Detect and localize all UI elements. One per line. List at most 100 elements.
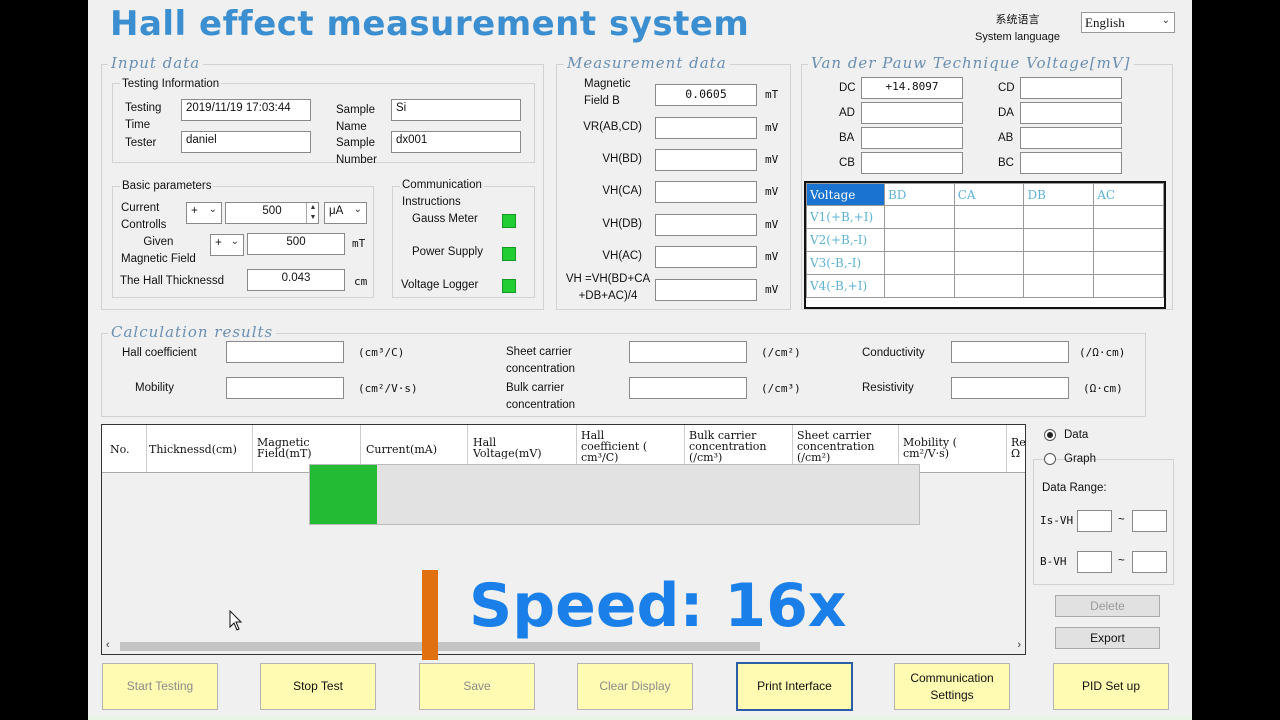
- b-vh-label: B-VH: [1040, 555, 1067, 568]
- vdp-ba-field[interactable]: [861, 127, 963, 149]
- voltage-table-header-cell[interactable]: AC: [1093, 183, 1164, 206]
- calc-results-legend: Calculation results: [108, 323, 277, 341]
- pid-setup-button[interactable]: PID Set up: [1053, 663, 1169, 710]
- is-vh-min-field[interactable]: [1077, 510, 1112, 532]
- voltage-table-cell[interactable]: [1093, 251, 1164, 275]
- b-vh-min-field[interactable]: [1077, 551, 1112, 573]
- sample-number-field[interactable]: dx001: [391, 131, 521, 153]
- voltage-table-cell[interactable]: [1023, 251, 1095, 275]
- b-vh-max-field[interactable]: [1132, 551, 1167, 573]
- scroll-left-icon[interactable]: ‹: [106, 639, 110, 651]
- grid-column-header[interactable]: Sheet carrier concentration (/cm²): [797, 430, 875, 463]
- voltage-table-cell[interactable]: [953, 205, 1025, 229]
- field-sign-select[interactable]: + ⌄: [210, 234, 244, 256]
- vdp-cb-field[interactable]: [861, 152, 963, 174]
- save-button[interactable]: Save: [419, 663, 535, 710]
- spin-down-icon[interactable]: ▼: [307, 213, 319, 223]
- voltage-table-cell[interactable]: [1093, 205, 1164, 229]
- field-value-field[interactable]: 500: [247, 233, 345, 255]
- bulk-carrier-field[interactable]: [629, 377, 747, 399]
- testing-time-field[interactable]: 2019/11/19 17:03:44: [181, 99, 311, 121]
- grid-column-header[interactable]: No.: [110, 444, 130, 455]
- resistivity-field[interactable]: [951, 377, 1069, 399]
- voltage-table-header-cell[interactable]: BD: [883, 183, 955, 206]
- voltage-table-header-cell[interactable]: Voltage: [806, 183, 885, 206]
- hall-coefficient-field[interactable]: [226, 341, 344, 363]
- print-interface-button[interactable]: Print Interface: [736, 662, 853, 711]
- thickness-label: The Hall Thicknessd: [120, 275, 224, 287]
- measurement-value-field[interactable]: [655, 214, 757, 236]
- sample-name-field[interactable]: Si: [391, 99, 521, 121]
- measurement-value-field[interactable]: [655, 181, 757, 203]
- conductivity-field[interactable]: [951, 341, 1069, 363]
- voltage-table-row-label[interactable]: V2(+B,-I): [806, 228, 885, 252]
- measurement-unit: mT: [765, 88, 779, 101]
- voltage-table-row-label[interactable]: V3(-B,-I): [806, 251, 885, 275]
- voltage-table-header-cell[interactable]: DB: [1023, 183, 1095, 206]
- communication-settings-button[interactable]: Communication Settings: [894, 663, 1010, 710]
- stop-test-button[interactable]: Stop Test: [260, 663, 376, 710]
- clear-display-button[interactable]: Clear Display: [577, 663, 693, 710]
- measurement-value-field[interactable]: [655, 117, 757, 139]
- scroll-right-icon[interactable]: ›: [1017, 639, 1021, 651]
- tester-field[interactable]: daniel: [181, 131, 311, 153]
- grid-column-header[interactable]: Hall coefficient ( cm³/C): [581, 430, 647, 463]
- grid-column-divider[interactable]: [146, 425, 147, 472]
- current-spinner[interactable]: ▲ ▼: [306, 203, 319, 223]
- current-sign-select[interactable]: + ⌄: [186, 202, 222, 224]
- comm-instructions-legend: Communication Instructions: [400, 177, 484, 211]
- vdp-cd-field[interactable]: [1020, 77, 1122, 99]
- voltage-table-cell[interactable]: [953, 228, 1025, 252]
- voltage-table-cell[interactable]: [1093, 228, 1164, 252]
- voltage-table-cell[interactable]: [883, 274, 955, 298]
- thickness-field[interactable]: 0.043: [247, 269, 345, 291]
- measurement-unit: mV: [765, 218, 779, 231]
- voltage-table-header-cell[interactable]: CA: [953, 183, 1025, 206]
- measurement-value-field[interactable]: [655, 149, 757, 171]
- voltage-table-cell[interactable]: [883, 205, 955, 229]
- voltage-table[interactable]: Voltage BD CA DB AC V1(+B,+I) V2(+B,-I) V3(-B,-…: [804, 181, 1166, 309]
- grid-column-header[interactable]: Current(mA): [366, 444, 437, 455]
- vdp-dc-field[interactable]: +14.8097: [861, 77, 963, 99]
- mobility-field[interactable]: [226, 377, 344, 399]
- grid-column-divider[interactable]: [252, 425, 253, 472]
- grid-column-header[interactable]: Thicknessd(cm): [149, 444, 237, 455]
- grid-column-header[interactable]: Bulk carrier concentration (/cm³): [689, 430, 767, 463]
- data-radio[interactable]: [1044, 429, 1056, 441]
- grid-column-header[interactable]: Mobility ( cm²/V·s): [903, 437, 957, 459]
- start-testing-button[interactable]: Start Testing: [102, 663, 218, 710]
- voltage-table-row-label[interactable]: V1(+B,+I): [806, 205, 885, 229]
- language-select[interactable]: English ⌄: [1081, 12, 1175, 33]
- sample-number-label: Sample Number: [336, 137, 377, 166]
- grid-column-header[interactable]: Hall Voltage(mV): [473, 437, 542, 459]
- vdp-ad-field[interactable]: [861, 102, 963, 124]
- voltage-table-cell[interactable]: [883, 251, 955, 275]
- export-button[interactable]: Export: [1055, 627, 1160, 649]
- grid-column-header[interactable]: Magnetic Field(mT): [257, 437, 312, 459]
- is-vh-max-field[interactable]: [1132, 510, 1167, 532]
- voltage-table-cell[interactable]: [1093, 274, 1164, 298]
- sheet-carrier-field[interactable]: [629, 341, 747, 363]
- voltage-table-cell[interactable]: [1023, 228, 1095, 252]
- measurement-value-field[interactable]: [655, 279, 757, 301]
- vdp-bc-field[interactable]: [1020, 152, 1122, 174]
- input-data-legend: Input data: [108, 54, 204, 72]
- grid-column-divider[interactable]: [1006, 425, 1007, 472]
- thickness-unit: cm: [354, 275, 368, 288]
- voltage-table-cell[interactable]: [1023, 205, 1095, 229]
- delete-button[interactable]: Delete: [1055, 595, 1160, 617]
- grid-column-header[interactable]: Re Ω: [1011, 437, 1025, 459]
- voltage-table-row-label[interactable]: V4(-B,+I): [806, 274, 885, 298]
- vdp-ab-field[interactable]: [1020, 127, 1122, 149]
- current-unit-select[interactable]: μA ⌄: [324, 202, 367, 224]
- voltage-table-cell[interactable]: [883, 228, 955, 252]
- vdp-da-field[interactable]: [1020, 102, 1122, 124]
- measurement-value-field[interactable]: 0.0605: [655, 84, 757, 106]
- voltage-table-cell[interactable]: [953, 251, 1025, 275]
- voltage-table-cell[interactable]: [953, 274, 1025, 298]
- current-value-field[interactable]: 500: [225, 202, 319, 224]
- graph-radio[interactable]: [1044, 453, 1056, 465]
- measurement-value-field[interactable]: [655, 246, 757, 268]
- voltage-table-cell[interactable]: [1023, 274, 1095, 298]
- spin-up-icon[interactable]: ▲: [307, 203, 319, 213]
